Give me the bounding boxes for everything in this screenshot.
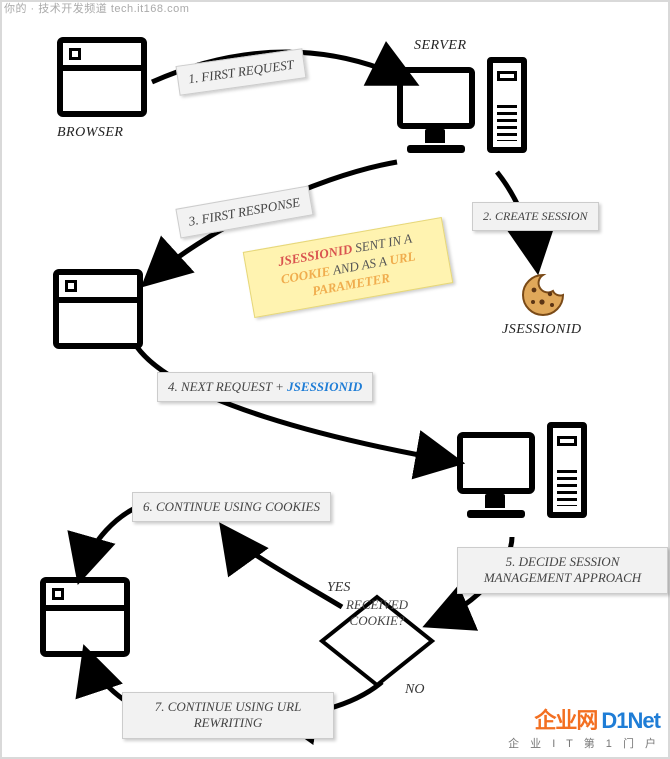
decision-text: RECEIVED COOKIE? (322, 597, 432, 628)
logo-en: D1Net (601, 708, 660, 733)
step-6-label: 6. CONTINUE USING COOKIES (132, 492, 331, 522)
decision-yes: YES (327, 580, 350, 596)
step-4-prefix: 4. NEXT REQUEST + (168, 379, 287, 394)
watermark-bottom: 企业网 D1Net 企 业 I T 第 1 门 户 (508, 703, 660, 751)
browser-icon-top (57, 37, 147, 117)
step-4-kw: JSESSIONID (287, 379, 362, 394)
jsid-note: JSESSIONID SENT IN A COOKIE AND AS A URL… (243, 217, 454, 318)
step-7-label: 7. CONTINUE USING URL REWRITING (122, 692, 334, 739)
logo-cn: 企业网 (534, 708, 597, 733)
jsessionid-caption: JSESSIONID (502, 322, 582, 338)
step-3-label: 3. FIRST RESPONSE (175, 186, 313, 239)
decision-no: NO (405, 682, 424, 698)
step-2-label: 2. CREATE SESSION (472, 202, 599, 231)
logo-tagline: 企 业 I T 第 1 门 户 (508, 735, 660, 751)
browser-icon-bottom (40, 577, 130, 657)
server-icon-top (397, 57, 527, 177)
diagram-canvas: 你的 · 技术开发频道 tech.it168.com 企业网 D1Net 企 业… (0, 0, 670, 759)
decision-line2: COOKIE? (322, 613, 432, 629)
decision-line1: RECEIVED (322, 597, 432, 613)
step-4-label: 4. NEXT REQUEST + JSESSIONID (157, 372, 373, 402)
browser-icon-middle (53, 269, 143, 349)
server-icon-bottom (457, 422, 587, 542)
cookie-icon (520, 272, 566, 318)
step-5-label: 5. DECIDE SESSION MANAGEMENT APPROACH (457, 547, 668, 594)
browser-label: BROWSER (57, 125, 123, 141)
server-label: SERVER (414, 38, 467, 54)
watermark-top: 你的 · 技术开发频道 tech.it168.com (4, 0, 189, 16)
step-1-label: 1. FIRST REQUEST (176, 48, 307, 96)
